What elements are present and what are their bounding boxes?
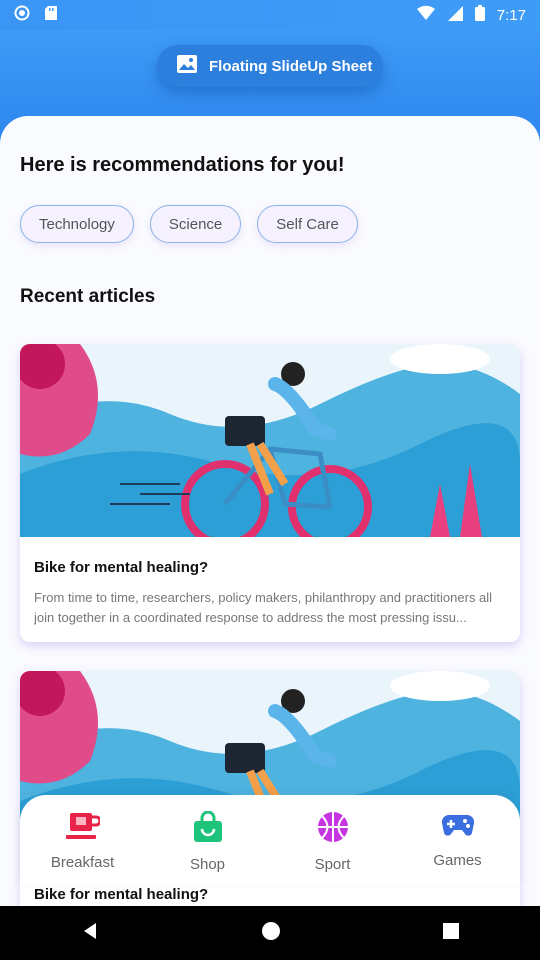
shopping-bag-icon (192, 810, 224, 848)
basketball-icon (317, 811, 349, 848)
nav-label-breakfast: Breakfast (50, 854, 115, 871)
home-button[interactable] (261, 921, 281, 946)
signal-icon (447, 5, 463, 26)
nav-item-sport[interactable]: Sport (278, 811, 388, 873)
system-navigation-bar (0, 906, 540, 960)
recents-button[interactable] (442, 922, 460, 945)
floating-pill-label: Floating SlideUp Sheet (209, 57, 373, 75)
image-icon (177, 55, 197, 77)
nav-label-sport: Sport (314, 856, 351, 873)
recent-articles-title: Recent articles (20, 286, 156, 307)
article-title: Bike for mental healing? (34, 886, 209, 903)
recommendations-title: Here is recommendations for you! (20, 154, 345, 176)
coffee-cup-icon (65, 811, 101, 846)
record-icon (14, 5, 30, 26)
status-time: 7:17 (496, 6, 526, 24)
nav-item-games[interactable]: Games (403, 811, 513, 869)
slideup-sheet[interactable]: Here is recommendations for you! Technol… (0, 116, 540, 906)
nav-label-shop: Shop (189, 856, 226, 873)
article-title: Bike for mental healing? (34, 559, 209, 576)
status-bar: 7:17 (0, 0, 540, 30)
battery-icon (474, 4, 485, 26)
nav-label-games: Games (433, 852, 482, 869)
chip-science[interactable]: Science (149, 205, 242, 243)
chip-technology[interactable]: Technology (20, 205, 134, 243)
nav-item-breakfast[interactable]: Breakfast (28, 811, 138, 871)
back-button[interactable] (80, 921, 100, 946)
article-description: From time to time, researchers, policy m… (34, 590, 493, 625)
sd-card-icon (44, 5, 58, 26)
floating-slideup-button[interactable]: Floating SlideUp Sheet (157, 45, 383, 87)
wifi-icon (416, 5, 435, 26)
chip-self-care[interactable]: Self Care (257, 205, 358, 243)
bottom-navigation: Breakfast Shop Sport Games (20, 795, 520, 885)
gamepad-icon (441, 811, 475, 844)
article-card[interactable]: Bike for mental healing? From time to ti… (20, 344, 520, 642)
article-illustration (20, 344, 520, 537)
nav-item-shop[interactable]: Shop (153, 810, 263, 873)
chip-group: Technology Science Self Care (20, 205, 358, 243)
